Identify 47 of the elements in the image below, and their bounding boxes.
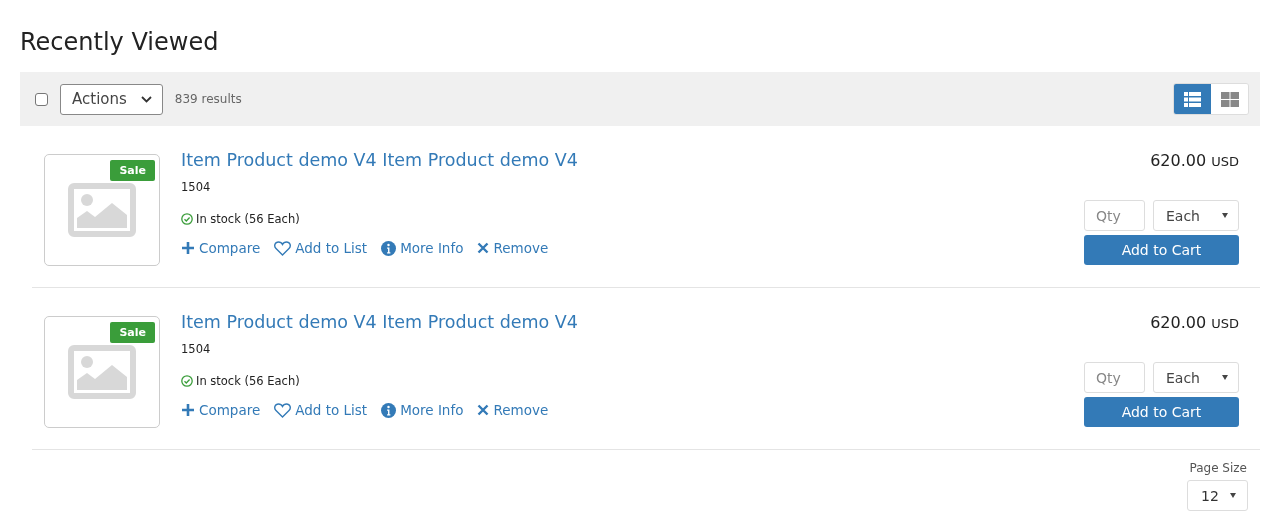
product-price: 620.00 USD — [1150, 151, 1239, 170]
list-view-icon — [1184, 91, 1201, 107]
close-icon — [477, 242, 490, 254]
page-size-dropdown[interactable]: 12 — [1187, 480, 1248, 511]
remove-link[interactable]: Remove — [477, 402, 549, 418]
select-all-checkbox[interactable] — [35, 92, 48, 106]
grid-view-button[interactable] — [1211, 84, 1248, 114]
unit-dropdown[interactable]: Each — [1153, 200, 1239, 231]
plus-icon — [181, 403, 195, 417]
list-view-button[interactable] — [1174, 84, 1211, 114]
page-size-label: Page Size — [1189, 461, 1247, 475]
compare-link[interactable]: Compare — [181, 240, 261, 256]
sale-badge: Sale — [110, 322, 155, 343]
compare-link[interactable]: Compare — [181, 402, 261, 418]
grid-view-icon — [1220, 91, 1239, 107]
product-sku: 1504 — [181, 180, 212, 194]
product-name-link[interactable]: Item Product demo V4 Item Product demo V4 — [181, 312, 1084, 332]
image-placeholder-icon — [68, 345, 136, 399]
product-price: 620.00 USD — [1150, 313, 1239, 332]
actions-dropdown[interactable]: Actions — [60, 83, 163, 115]
quantity-field[interactable]: Qty — [1084, 362, 1145, 393]
quantity-field[interactable]: Qty — [1084, 200, 1145, 231]
heart-icon — [274, 402, 292, 418]
sale-badge: Sale — [110, 160, 155, 181]
close-icon — [477, 404, 490, 416]
info-icon — [381, 240, 397, 256]
add-to-cart-button[interactable]: Add to Cart — [1084, 235, 1239, 265]
add-to-cart-button[interactable]: Add to Cart — [1084, 397, 1239, 427]
results-count: 839 results — [174, 92, 242, 106]
heart-icon — [274, 240, 292, 256]
more-info-link[interactable]: More Info — [381, 402, 464, 418]
chevron-down-icon — [140, 95, 152, 103]
image-placeholder-icon — [68, 183, 136, 237]
product-sku: 1504 — [181, 342, 212, 356]
plus-icon — [181, 241, 195, 255]
unit-dropdown[interactable]: Each — [1153, 362, 1239, 393]
page-title: Recently Viewed — [20, 28, 220, 56]
check-circle-icon — [181, 213, 193, 225]
remove-link[interactable]: Remove — [477, 240, 549, 256]
add-to-list-link[interactable]: Add to List — [274, 240, 368, 256]
stock-status: In stock (56 Each) — [196, 212, 300, 226]
stock-status: In stock (56 Each) — [196, 374, 300, 388]
add-to-list-link[interactable]: Add to List — [274, 402, 368, 418]
info-icon — [381, 402, 397, 418]
check-circle-icon — [181, 375, 193, 387]
product-name-link[interactable]: Item Product demo V4 Item Product demo V4 — [181, 150, 1084, 170]
more-info-link[interactable]: More Info — [381, 240, 464, 256]
